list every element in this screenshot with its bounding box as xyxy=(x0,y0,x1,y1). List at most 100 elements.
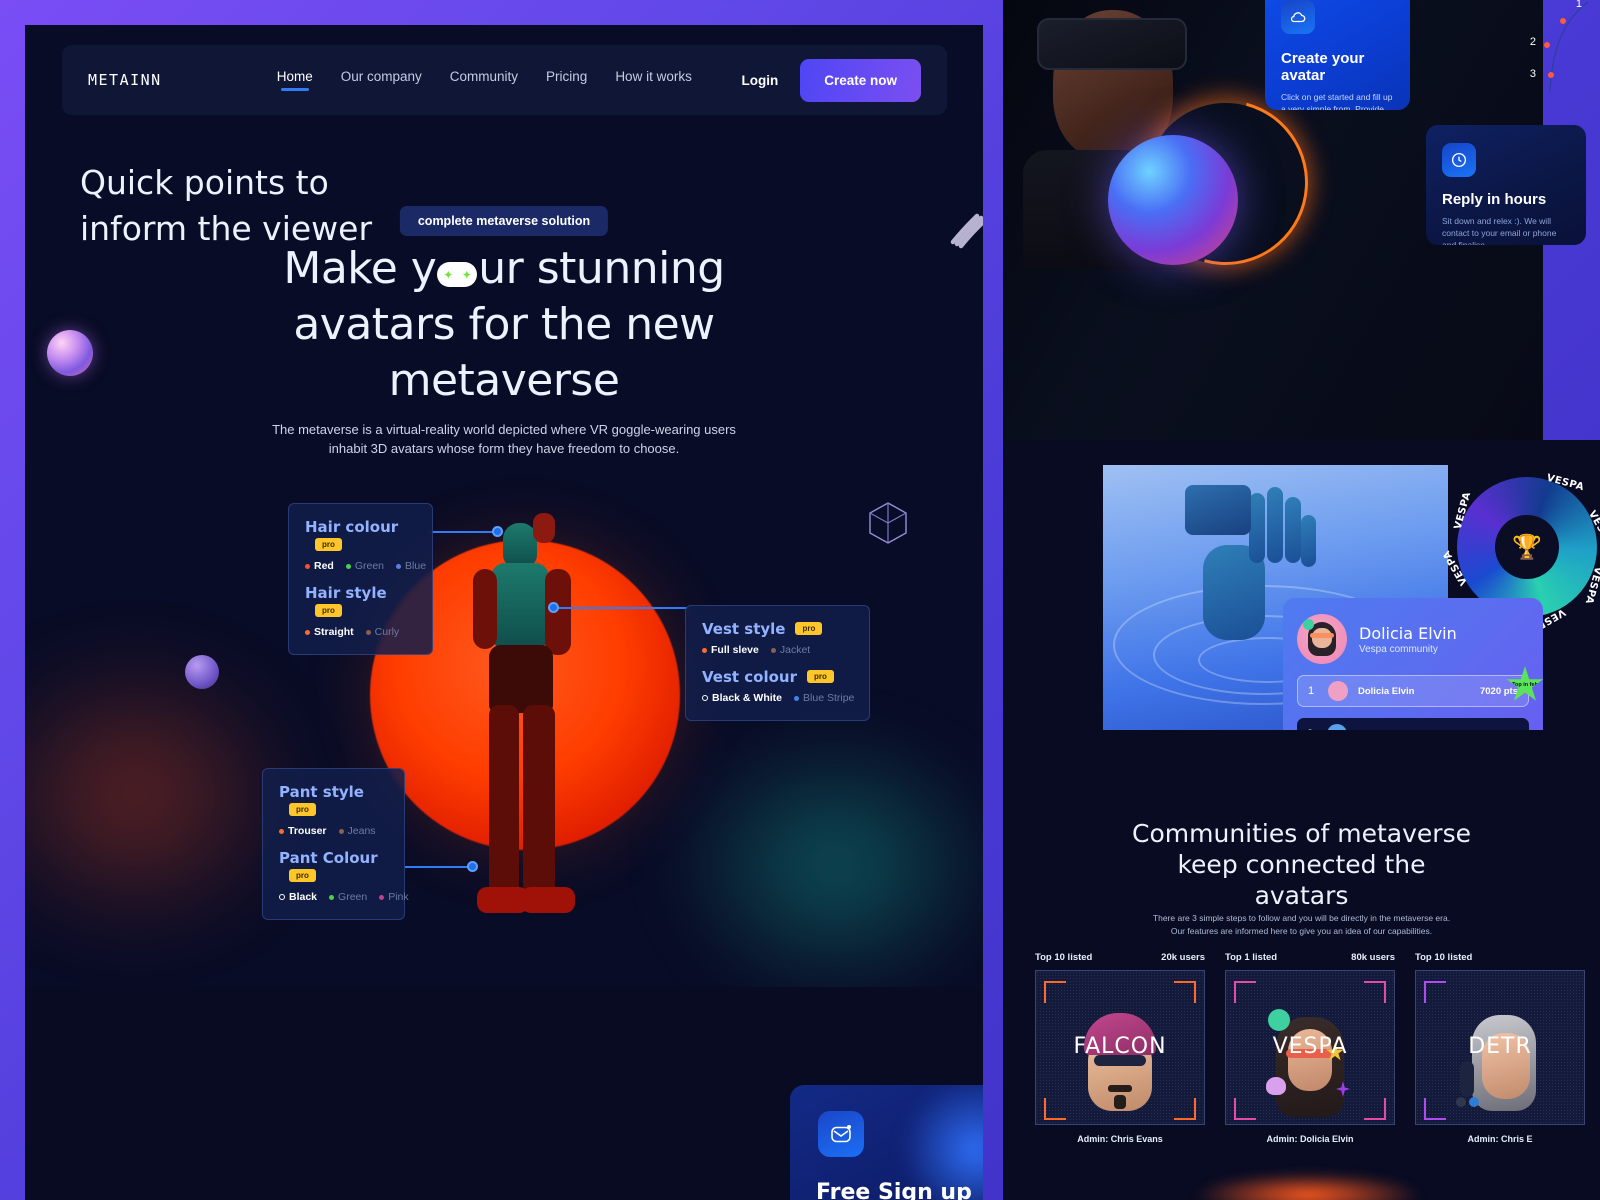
login-button[interactable]: Login xyxy=(741,73,778,88)
config-option-label: Trouser xyxy=(288,825,327,837)
navbar: METAINN Home Our company Community Prici… xyxy=(62,45,947,115)
avatar-figure xyxy=(455,505,615,960)
communities-paragraph: There are 3 simple steps to follow and y… xyxy=(1102,912,1502,938)
config-option[interactable]: Straight xyxy=(305,626,354,638)
nav-item-pricing[interactable]: Pricing xyxy=(546,69,587,91)
hotspot-node-hair[interactable] xyxy=(492,526,503,537)
nft-meta: Top 1 listed 80k users xyxy=(1225,952,1395,963)
nft-card[interactable]: Top 10 listed DETR Admin: Chris E xyxy=(1415,952,1585,1144)
step-dot-2 xyxy=(1544,42,1550,48)
config-title: Hair colour xyxy=(305,518,399,536)
nft-card[interactable]: Top 1 listed 80k users VESPA Admin: Doli… xyxy=(1225,952,1395,1144)
clock-icon xyxy=(1442,143,1476,177)
config-option-label: Red xyxy=(314,560,334,572)
config-option[interactable]: Curly xyxy=(365,626,400,638)
nft-admin: Admin: Chris Evans xyxy=(1077,1134,1163,1144)
config-title: Vest style xyxy=(702,620,786,638)
free-signup-title: Free Sign up xyxy=(816,1180,972,1200)
cube-wire-decor xyxy=(865,500,911,546)
config-option[interactable]: Blue Stripe xyxy=(794,692,854,704)
hero-heading: Make yur stunning avatars for the new me… xyxy=(234,241,774,409)
communities-paragraph-line2: Our features are informed here to give y… xyxy=(1170,926,1433,936)
config-card-hair[interactable]: Hair colour pro Red Green Blue Hair style… xyxy=(288,503,433,655)
nft-avatar xyxy=(1454,1003,1546,1118)
nft-label: FALCON xyxy=(1073,1034,1167,1059)
rank-number: 1 xyxy=(1308,685,1315,697)
spring-decor xyxy=(941,200,983,256)
nft-card[interactable]: Top 10 listed 20k users FALCON Admin: Ch… xyxy=(1035,952,1205,1144)
vespa-ring-word: VESPA xyxy=(1585,508,1600,548)
config-option[interactable]: Black xyxy=(279,891,317,903)
pro-badge: pro xyxy=(315,604,342,617)
config-option[interactable]: Jacket xyxy=(770,644,810,656)
communities-heading-line2: keep connected the xyxy=(1177,850,1426,879)
logo[interactable]: METAINN xyxy=(88,71,162,89)
config-card-vest[interactable]: Vest style pro Full sleve Jacket Vest col… xyxy=(685,605,870,721)
nft-card-row: Top 10 listed 20k users FALCON Admin: Ch… xyxy=(1035,952,1585,1144)
config-option-label: Full sleve xyxy=(711,644,759,656)
quick-points-heading: Quick points to inform the viewer xyxy=(80,160,510,252)
config-option[interactable]: Blue xyxy=(396,560,426,572)
leaderboard-community: Vespa community xyxy=(1359,643,1438,655)
rank-points: 7020 pts xyxy=(1479,685,1518,697)
nav-item-how-it-works[interactable]: How it works xyxy=(615,69,692,91)
quick-points-line1: Quick points to xyxy=(80,163,329,202)
nft-admin: Admin: Chris E xyxy=(1467,1134,1533,1144)
steps-arc: 1 2 3 xyxy=(1460,0,1600,120)
step-number-3: 3 xyxy=(1529,68,1536,80)
nav-item-home[interactable]: Home xyxy=(277,69,313,91)
communities-paragraph-line1: There are 3 simple steps to follow and y… xyxy=(1152,913,1451,923)
config-option[interactable]: Black & White xyxy=(702,692,782,704)
nav-item-our-company[interactable]: Our company xyxy=(341,69,422,91)
create-avatar-card[interactable]: Create your avatar Click on get started … xyxy=(1265,0,1410,110)
communities-heading: Communities of metaverse keep connected … xyxy=(1092,818,1512,911)
avatar-scene: 360° xyxy=(25,465,983,987)
hero-heading-line1-b: ur stunning xyxy=(478,243,725,294)
nft-avatar xyxy=(1264,1003,1356,1118)
config-option[interactable]: Green xyxy=(345,560,384,572)
teal-glow xyxy=(665,725,983,987)
avatar xyxy=(1297,614,1347,664)
hotspot-node-vest[interactable] xyxy=(548,602,559,613)
config-title: Pant Colour xyxy=(279,849,378,867)
config-option[interactable]: Jeans xyxy=(338,825,376,837)
free-signup-card[interactable]: Free Sign up xyxy=(790,1085,983,1200)
config-option[interactable]: Green xyxy=(329,891,367,903)
config-group-hair-colour: Hair colour pro Red Green Blue xyxy=(305,518,426,572)
leaderboard-row[interactable]: 1 Dolicia Elvin 7020 pts Top in feb xyxy=(1297,666,1544,707)
nft-listed: Top 10 listed xyxy=(1035,952,1093,963)
vespa-ring-word: VESPA xyxy=(1544,472,1585,493)
communities-heading-line1: Communities of metaverse xyxy=(1132,819,1471,848)
config-option[interactable]: Full sleve xyxy=(702,644,759,656)
hero-subtitle: The metaverse is a virtual-reality world… xyxy=(272,422,736,456)
nft-image-box: DETR xyxy=(1415,970,1585,1125)
reply-in-hours-card[interactable]: Reply in hours Sit down and relex :). We… xyxy=(1426,125,1586,245)
config-option[interactable]: Trouser xyxy=(279,825,327,837)
vespa-ring-word: VESPA xyxy=(1452,490,1473,531)
nav-item-community[interactable]: Community xyxy=(450,69,518,91)
nft-meta: Top 10 listed 20k users xyxy=(1035,952,1205,963)
create-now-button[interactable]: Create now xyxy=(800,58,921,102)
nav-links: Home Our company Community Pricing How i… xyxy=(277,69,692,91)
config-group-pant-colour: Pant Colour pro Black Green Pink xyxy=(279,849,409,903)
config-group-vest-colour: Vest colour pro Black & White Blue Stripe xyxy=(702,668,854,704)
connector-line-hair xyxy=(430,531,500,533)
config-group-hair-style: Hair style pro Straight Curly xyxy=(305,584,416,638)
vr-headset-icon xyxy=(1037,18,1187,70)
nft-label: VESPA xyxy=(1272,1034,1348,1059)
page-root: METAINN Home Our company Community Prici… xyxy=(0,0,1600,1200)
quick-points-line2: inform the viewer xyxy=(80,209,373,248)
leaderboard-header: Dolicia Elvin Vespa community xyxy=(1297,614,1529,664)
config-option-label: Blue Stripe xyxy=(803,692,855,704)
config-card-pant[interactable]: Pant style pro Trouser Jeans Pant Colour p… xyxy=(262,768,409,920)
config-option-label: Curly xyxy=(374,626,400,638)
pro-badge: pro xyxy=(289,803,316,816)
step-number-1: 1 xyxy=(1575,0,1582,10)
nft-admin: Admin: Dolicia Elvin xyxy=(1266,1134,1354,1144)
nft-image-box: FALCON xyxy=(1035,970,1205,1125)
config-option[interactable]: Pink xyxy=(379,891,409,903)
nft-image-box: VESPA xyxy=(1225,970,1395,1125)
hotspot-node-pant[interactable] xyxy=(467,861,478,872)
step-number-2: 2 xyxy=(1529,36,1536,48)
config-option[interactable]: Red xyxy=(305,560,334,572)
